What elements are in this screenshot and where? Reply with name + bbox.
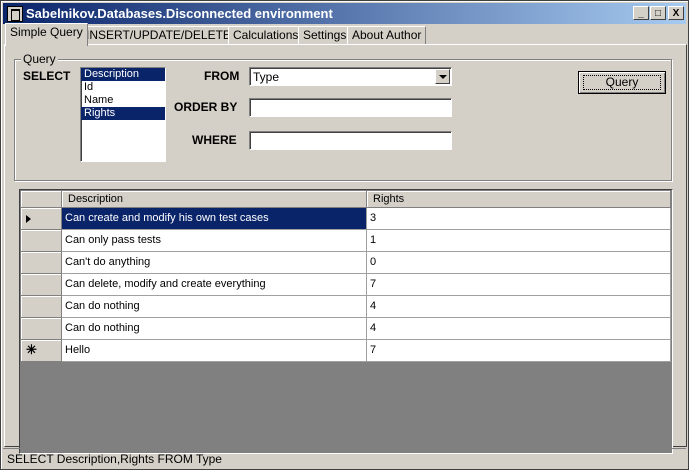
from-value: Type [253, 70, 280, 84]
minimize-button[interactable]: _ [633, 6, 649, 20]
where-label: WHERE [192, 133, 237, 147]
where-input[interactable] [249, 131, 452, 150]
column-header-rights[interactable]: Rights [367, 191, 671, 208]
table-row[interactable]: Can create and modify his own test cases… [21, 208, 671, 230]
app-icon [7, 6, 23, 22]
row-header[interactable] [21, 230, 62, 252]
tab-insert-update-delete[interactable]: INSERT/UPDATE/DELETE [81, 26, 236, 45]
cell-description[interactable]: Can create and modify his own test cases [62, 208, 367, 230]
window-title: Sabelnikov.Databases.Disconnected enviro… [26, 6, 333, 21]
grid-corner-header [21, 191, 62, 208]
new-row-asterisk-icon: ✳ [26, 342, 37, 357]
order-by-input[interactable] [249, 98, 452, 117]
cell-rights[interactable]: 4 [367, 318, 671, 340]
cell-rights[interactable]: 3 [367, 208, 671, 230]
tab-calculations[interactable]: Calculations [228, 26, 304, 45]
column-header-description[interactable]: Description [62, 191, 367, 208]
from-label: FROM [204, 69, 240, 83]
tab-about-author[interactable]: About Author [347, 26, 427, 45]
select-label: SELECT [23, 69, 71, 83]
cell-rights[interactable]: 7 [367, 340, 671, 362]
tab-settings[interactable]: Settings [298, 26, 352, 45]
row-header[interactable] [21, 274, 62, 296]
close-button[interactable]: X [668, 6, 684, 20]
title-bar[interactable]: Sabelnikov.Databases.Disconnected enviro… [3, 3, 686, 24]
list-item-id[interactable]: Id [81, 81, 165, 94]
cell-description[interactable]: Hello [62, 340, 367, 362]
from-combobox[interactable]: Type [249, 67, 452, 86]
row-header[interactable] [21, 318, 62, 340]
cell-description[interactable]: Can do nothing [62, 318, 367, 340]
table-row[interactable]: Can only pass tests 1 [21, 230, 671, 252]
cell-description[interactable]: Can delete, modify and create everything [62, 274, 367, 296]
table-row[interactable]: Can do nothing 4 [21, 318, 671, 340]
cell-rights[interactable]: 4 [367, 296, 671, 318]
list-item-rights[interactable]: Rights [81, 107, 165, 120]
cell-rights[interactable]: 1 [367, 230, 671, 252]
order-by-label: ORDER BY [174, 100, 238, 114]
query-button[interactable]: Query [578, 71, 666, 94]
table-row[interactable]: Can't do anything 0 [21, 252, 671, 274]
row-header[interactable] [21, 208, 62, 230]
chevron-down-icon[interactable] [435, 69, 450, 84]
row-header[interactable] [21, 296, 62, 318]
row-header[interactable] [21, 252, 62, 274]
cell-rights[interactable]: 7 [367, 274, 671, 296]
maximize-button[interactable]: □ [650, 6, 666, 20]
tab-simple-query[interactable]: Simple Query [5, 23, 88, 46]
query-group-label: Query [21, 52, 58, 66]
table-row-new[interactable]: ✳ Hello 7 [21, 340, 671, 362]
table-row[interactable]: Can do nothing 4 [21, 296, 671, 318]
current-row-arrow-icon [26, 215, 31, 223]
columns-listbox[interactable]: Description Id Name Rights [80, 67, 166, 162]
list-item-description[interactable]: Description [81, 68, 165, 81]
table-row[interactable]: Can delete, modify and create everything… [21, 274, 671, 296]
list-item-name[interactable]: Name [81, 94, 165, 107]
cell-description[interactable]: Can't do anything [62, 252, 367, 274]
focus-rectangle [583, 75, 661, 90]
main-window: Sabelnikov.Databases.Disconnected enviro… [0, 0, 689, 470]
cell-description[interactable]: Can do nothing [62, 296, 367, 318]
results-grid[interactable]: Description Rights Can create and modify… [19, 189, 673, 454]
cell-description[interactable]: Can only pass tests [62, 230, 367, 252]
cell-rights[interactable]: 0 [367, 252, 671, 274]
row-header[interactable]: ✳ [21, 340, 62, 362]
status-bar: SELECT Description,Rights FROM Type [3, 448, 686, 468]
